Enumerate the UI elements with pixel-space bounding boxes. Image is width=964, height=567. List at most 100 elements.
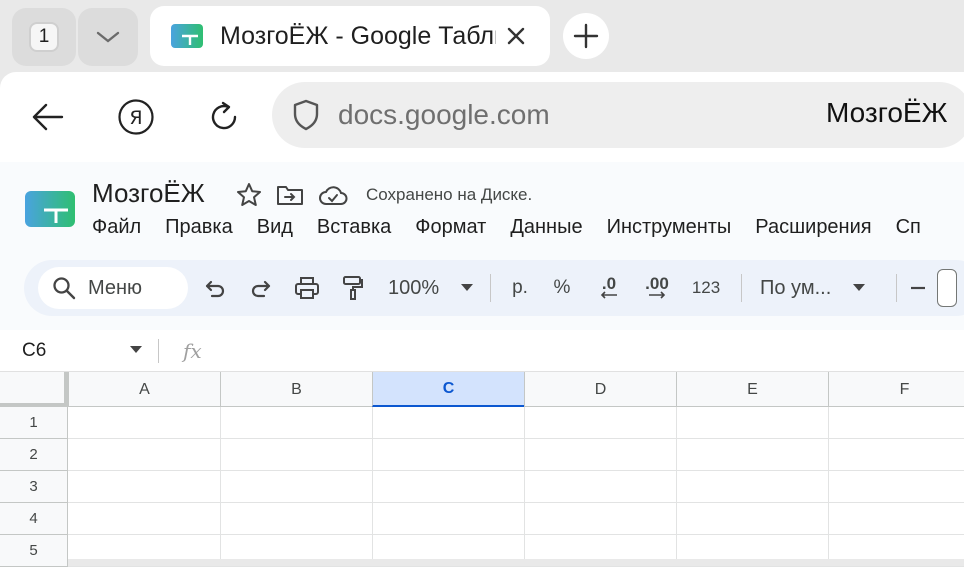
active-tab[interactable]: МозгоЁЖ - Google Таблицы <box>150 6 550 66</box>
cloud-saved-icon[interactable] <box>318 184 348 206</box>
tab-count: 1 <box>29 22 59 52</box>
plus-icon <box>573 23 599 49</box>
increase-decimals-label: .00 <box>645 274 669 293</box>
column-header-e[interactable]: E <box>676 372 828 407</box>
menu-tools[interactable]: Инструменты <box>607 216 732 239</box>
cell-row[interactable] <box>68 407 964 439</box>
yandex-icon: Я <box>118 99 154 135</box>
browser-tabstrip: 1 МозгоЁЖ - Google Таблицы <box>0 0 964 72</box>
cell-row[interactable] <box>68 471 964 503</box>
cell-row[interactable] <box>68 439 964 471</box>
toolbar-separator <box>896 274 897 302</box>
font-select[interactable]: По ум... <box>752 268 886 308</box>
cell-row[interactable] <box>68 503 964 535</box>
column-header-f[interactable]: F <box>828 372 964 407</box>
formula-bar: C6 fx <box>0 330 964 372</box>
tab-count-button[interactable]: 1 <box>12 8 76 66</box>
menu-extensions[interactable]: Расширения <box>755 216 871 239</box>
decrease-decimals-label: .0 <box>601 274 617 293</box>
column-header-b[interactable]: B <box>220 372 372 407</box>
reload-button[interactable] <box>201 94 247 140</box>
decrease-font-size-button[interactable] <box>907 268 929 308</box>
search-menus-label: Меню <box>88 276 143 299</box>
column-gridline <box>524 407 525 559</box>
browser-toolbar: Я docs.google.com МозгоЁЖ <box>0 72 964 162</box>
decrease-decimals-button[interactable]: .0 <box>585 268 633 308</box>
menubar: Файл Правка Вид Вставка Формат Данные Ин… <box>92 216 921 239</box>
new-tab-button[interactable] <box>563 13 609 59</box>
column-header-a[interactable]: A <box>68 372 220 407</box>
zoom-value: 100% <box>388 276 440 299</box>
print-icon <box>295 277 319 299</box>
save-status: Сохранено на Диске. <box>366 185 533 204</box>
row-header-4[interactable]: 4 <box>0 503 68 535</box>
search-menus-button[interactable]: Меню <box>38 267 188 309</box>
arrow-right-small-icon <box>649 291 666 299</box>
select-all-corner[interactable] <box>0 372 68 407</box>
redo-button[interactable] <box>238 268 284 308</box>
zoom-select[interactable]: 100% <box>376 268 480 308</box>
sheets-toolbar: Меню 100% р. % .0 .00 123 По ум... <box>24 260 964 316</box>
address-bar[interactable]: docs.google.com МозгоЁЖ <box>272 82 964 148</box>
column-gridline <box>676 407 677 559</box>
row-header-3[interactable]: 3 <box>0 471 68 503</box>
toolbar-separator <box>490 274 491 302</box>
increase-decimals-button[interactable]: .00 <box>633 268 681 308</box>
cell-row[interactable] <box>68 535 964 567</box>
column-header-d[interactable]: D <box>524 372 676 407</box>
star-icon[interactable] <box>236 182 262 208</box>
address-page-title: МозгоЁЖ <box>826 97 948 128</box>
currency-format-button[interactable]: р. <box>501 268 539 308</box>
font-size-input[interactable] <box>937 269 957 307</box>
tab-title: МозгоЁЖ - Google Таблицы <box>220 21 496 50</box>
row-header-2[interactable]: 2 <box>0 439 68 471</box>
menu-file[interactable]: Файл <box>92 216 141 239</box>
tab-list-button[interactable] <box>78 8 138 66</box>
toolbar-separator <box>741 274 742 302</box>
chevron-down-icon <box>96 31 120 43</box>
caret-down-icon[interactable] <box>130 345 142 354</box>
menu-data[interactable]: Данные <box>510 216 582 239</box>
column-gridline <box>828 407 829 559</box>
search-icon <box>53 277 76 300</box>
close-icon[interactable] <box>504 24 528 48</box>
undo-icon <box>205 280 225 298</box>
yandex-button[interactable]: Я <box>113 94 159 140</box>
formula-input[interactable] <box>202 330 964 372</box>
svg-text:Я: Я <box>129 107 142 129</box>
menu-insert[interactable]: Вставка <box>317 216 391 239</box>
menu-view[interactable]: Вид <box>257 216 293 239</box>
document-title[interactable]: МозгоЁЖ <box>92 178 205 209</box>
back-button[interactable] <box>25 94 71 140</box>
address-url: docs.google.com <box>338 99 550 130</box>
percent-format-button[interactable]: % <box>539 268 585 308</box>
row-header-5[interactable]: 5 <box>0 535 68 567</box>
number-format-button[interactable]: 123 <box>681 268 731 308</box>
minus-icon <box>911 286 925 290</box>
caret-down-icon <box>461 284 474 291</box>
paint-format-button[interactable] <box>330 268 376 308</box>
name-box-value: C6 <box>22 339 47 361</box>
menu-format[interactable]: Формат <box>415 216 486 239</box>
undo-button[interactable] <box>192 268 238 308</box>
name-box[interactable]: C6 <box>0 330 150 372</box>
row-header-1[interactable]: 1 <box>0 407 68 439</box>
arrow-left-small-icon <box>600 291 617 299</box>
shield-icon <box>293 99 319 131</box>
column-header-c[interactable]: C <box>372 372 524 407</box>
title-actions: Сохранено на Диске. <box>236 182 532 208</box>
sheets-logo-icon[interactable] <box>24 190 76 228</box>
font-name: По ум... <box>760 276 832 299</box>
paint-roller-icon <box>343 276 363 300</box>
spreadsheet-grid: A B C D E F 1 2 3 4 5 <box>0 372 964 567</box>
caret-down-icon <box>853 284 866 291</box>
column-gridline <box>372 407 373 559</box>
print-button[interactable] <box>284 268 330 308</box>
menu-help[interactable]: Сп <box>896 216 921 239</box>
reload-icon <box>211 101 237 130</box>
menu-edit[interactable]: Правка <box>165 216 233 239</box>
move-folder-icon[interactable] <box>276 183 304 207</box>
fx-icon: fx <box>183 338 202 363</box>
formula-separator <box>158 338 159 363</box>
arrow-left-icon <box>32 103 64 131</box>
